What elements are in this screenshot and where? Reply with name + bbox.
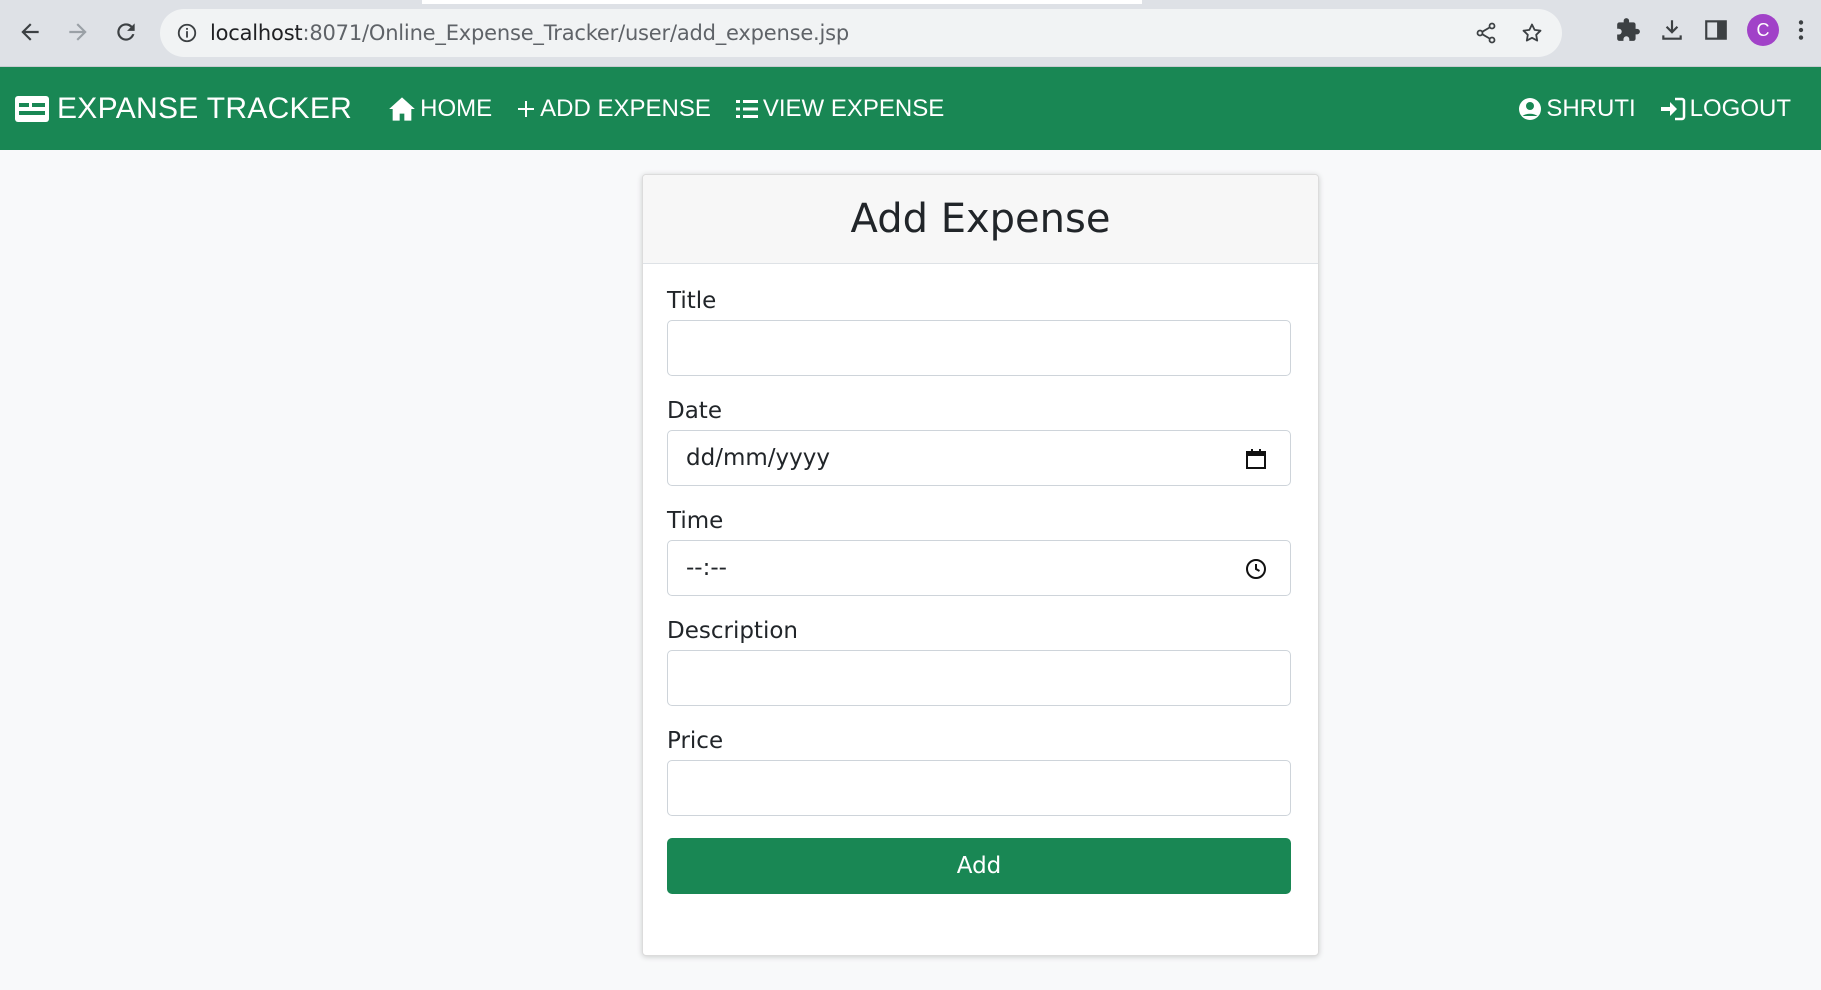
- user-circle-icon: [1519, 97, 1542, 120]
- calendar-icon[interactable]: [1244, 447, 1268, 471]
- share-icon[interactable]: [1474, 21, 1498, 45]
- more-vert-icon[interactable]: [1797, 17, 1805, 43]
- bookmark-star-icon[interactable]: [1520, 21, 1544, 45]
- add-button[interactable]: Add: [667, 838, 1291, 894]
- date-label: Date: [667, 398, 722, 424]
- date-group: Date dd/mm/yyyy: [667, 398, 1294, 486]
- price-label: Price: [667, 728, 724, 754]
- back-button[interactable]: [14, 16, 46, 48]
- title-group: Title: [667, 288, 1294, 376]
- plus-icon: [518, 100, 535, 117]
- card-icon: [15, 95, 49, 122]
- site-info-icon[interactable]: [174, 20, 200, 46]
- extensions-icon[interactable]: [1615, 17, 1641, 43]
- card-title: Add Expense: [643, 175, 1318, 264]
- nav-view-expense[interactable]: VIEW EXPENSE: [735, 95, 944, 123]
- date-input[interactable]: dd/mm/yyyy: [667, 430, 1291, 486]
- description-input[interactable]: [667, 650, 1291, 706]
- nav-user[interactable]: SHRUTI: [1518, 94, 1636, 123]
- app-navbar: EXPANSE TRACKER HOME ADD EXPENSE VIEW EX…: [0, 67, 1821, 150]
- profile-avatar[interactable]: C: [1747, 14, 1779, 46]
- forward-button[interactable]: [62, 16, 94, 48]
- time-value: --:--: [686, 555, 727, 581]
- nav-view-expense-label: VIEW EXPENSE: [762, 94, 945, 122]
- nav-home[interactable]: HOME: [388, 95, 492, 123]
- active-tab-edge: [422, 0, 1142, 4]
- nav-home-label: HOME: [420, 94, 493, 122]
- brand-text: EXPANSE TRACKER: [57, 91, 353, 125]
- arrow-left-icon: [21, 23, 39, 41]
- url-path: :8071/Online_Expense_Tracker/user/add_ex…: [302, 21, 850, 45]
- clock-icon[interactable]: [1244, 557, 1268, 581]
- list-icon: [735, 99, 758, 118]
- nav-add-expense-label: ADD EXPENSE: [540, 94, 711, 122]
- url-text: localhost:8071/Online_Expense_Tracker/us…: [210, 21, 849, 45]
- home-icon: [389, 96, 415, 121]
- side-panel-icon[interactable]: [1703, 17, 1729, 43]
- reload-icon: [117, 23, 135, 41]
- title-input[interactable]: [667, 320, 1291, 376]
- brand-link[interactable]: EXPANSE TRACKER: [15, 92, 352, 126]
- nav-add-expense[interactable]: ADD EXPENSE: [516, 95, 711, 123]
- add-expense-card: Add Expense Title Date dd/mm/yyyy Time -…: [642, 174, 1319, 956]
- date-value: dd/mm/yyyy: [686, 445, 830, 471]
- price-group: Price: [667, 728, 1294, 816]
- time-label: Time: [667, 508, 724, 534]
- url-host: localhost: [210, 21, 303, 45]
- arrow-right-icon: [69, 23, 87, 41]
- browser-toolbar: localhost:8071/Online_Expense_Tracker/us…: [0, 0, 1821, 67]
- address-bar[interactable]: localhost:8071/Online_Expense_Tracker/us…: [160, 9, 1562, 57]
- nav-logout[interactable]: LOGOUT: [1660, 95, 1791, 123]
- title-label: Title: [667, 288, 717, 314]
- description-label: Description: [667, 618, 798, 644]
- description-group: Description: [667, 618, 1294, 706]
- time-group: Time --:--: [667, 508, 1294, 596]
- nav-user-label: SHRUTI: [1546, 94, 1636, 122]
- reload-button[interactable]: [110, 16, 142, 48]
- price-input[interactable]: [667, 760, 1291, 816]
- download-icon[interactable]: [1659, 17, 1685, 43]
- sign-in-icon: [1660, 97, 1685, 120]
- nav-logout-label: LOGOUT: [1689, 94, 1791, 122]
- time-input[interactable]: --:--: [667, 540, 1291, 596]
